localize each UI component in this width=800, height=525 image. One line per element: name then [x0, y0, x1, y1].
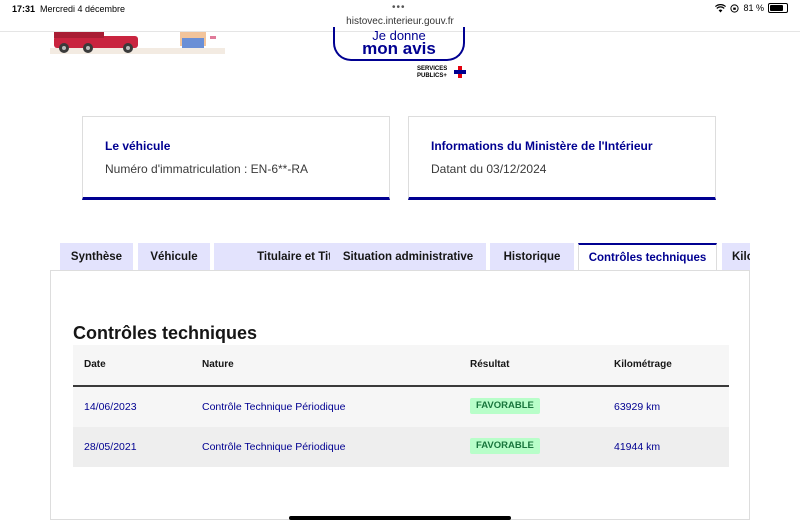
row-date: 28/05/2021: [84, 441, 137, 453]
ministry-date-text: Datant du 03/12/2024: [431, 162, 547, 176]
orientation-lock-icon: [730, 3, 740, 13]
tab-vehicule[interactable]: Véhicule: [138, 243, 210, 271]
table-header: Date Nature Résultat Kilométrage: [73, 345, 729, 387]
tab-historique[interactable]: Historique: [490, 243, 574, 271]
status-time: 17:31: [12, 4, 36, 14]
battery-icon: [768, 3, 788, 13]
vehicle-card: Le véhicule Numéro d'immatriculation : E…: [82, 116, 390, 200]
table-row: 28/05/2021 Contrôle Technique Périodique…: [73, 427, 729, 467]
status-badge: FAVORABLE: [470, 398, 540, 414]
section-title: Contrôles techniques: [73, 323, 258, 343]
tab-panel: Contrôles techniques Date Nature Résulta…: [50, 270, 750, 520]
feedback-button[interactable]: Je donne mon avis: [333, 27, 465, 61]
table-row: 14/06/2023 Contrôle Technique Périodique…: [73, 387, 729, 427]
tab-synthese[interactable]: Synthèse: [60, 243, 133, 271]
home-indicator[interactable]: [289, 516, 511, 520]
services-plus-icon: [454, 66, 466, 78]
col-date: Date: [84, 359, 106, 370]
row-km: 41944 km: [614, 441, 661, 453]
ministry-card: Informations du Ministère de l'Intérieur…: [408, 116, 716, 200]
services-logo-line2: PUBLICS+: [417, 73, 447, 79]
status-badge: FAVORABLE: [470, 438, 540, 454]
row-date: 14/06/2023: [84, 401, 137, 413]
col-resultat: Résultat: [470, 359, 510, 370]
battery-percent: 81 %: [743, 3, 764, 13]
tab-kilometrage[interactable]: Kilo: [722, 243, 750, 271]
services-logo-line1: SERVICES: [417, 66, 448, 72]
header-illustration: [50, 32, 225, 54]
feedback-line2: mon avis: [362, 39, 436, 58]
row-km: 63929 km: [614, 401, 661, 413]
ministry-card-title: Informations du Ministère de l'Intérieur: [431, 139, 653, 153]
row-nature: Contrôle Technique Périodique: [202, 401, 346, 413]
status-right: 81 %: [715, 3, 788, 13]
col-nature: Nature: [202, 359, 234, 370]
tab-controles-techniques[interactable]: Contrôles techniques: [578, 243, 717, 271]
row-nature: Contrôle Technique Périodique: [202, 441, 346, 453]
address-bar-url[interactable]: histovec.interieur.gouv.fr: [0, 16, 800, 27]
status-date: Mercredi 4 décembre: [40, 4, 126, 14]
vehicle-card-title: Le véhicule: [105, 139, 171, 153]
tab-bar: Synthèse Véhicule Titulaire et Titre Sit…: [60, 243, 750, 271]
services-publics-logo: SERVICES PUBLICS+: [417, 66, 447, 80]
wifi-icon: [715, 3, 727, 12]
more-dots-icon[interactable]: •••: [392, 2, 406, 13]
vehicle-plate-text: Numéro d'immatriculation : EN-6**-RA: [105, 162, 309, 176]
col-kilometrage: Kilométrage: [614, 359, 672, 370]
tab-situation-administrative[interactable]: Situation administrative: [330, 243, 486, 271]
inspections-table: Date Nature Résultat Kilométrage 14/06/2…: [73, 345, 729, 467]
